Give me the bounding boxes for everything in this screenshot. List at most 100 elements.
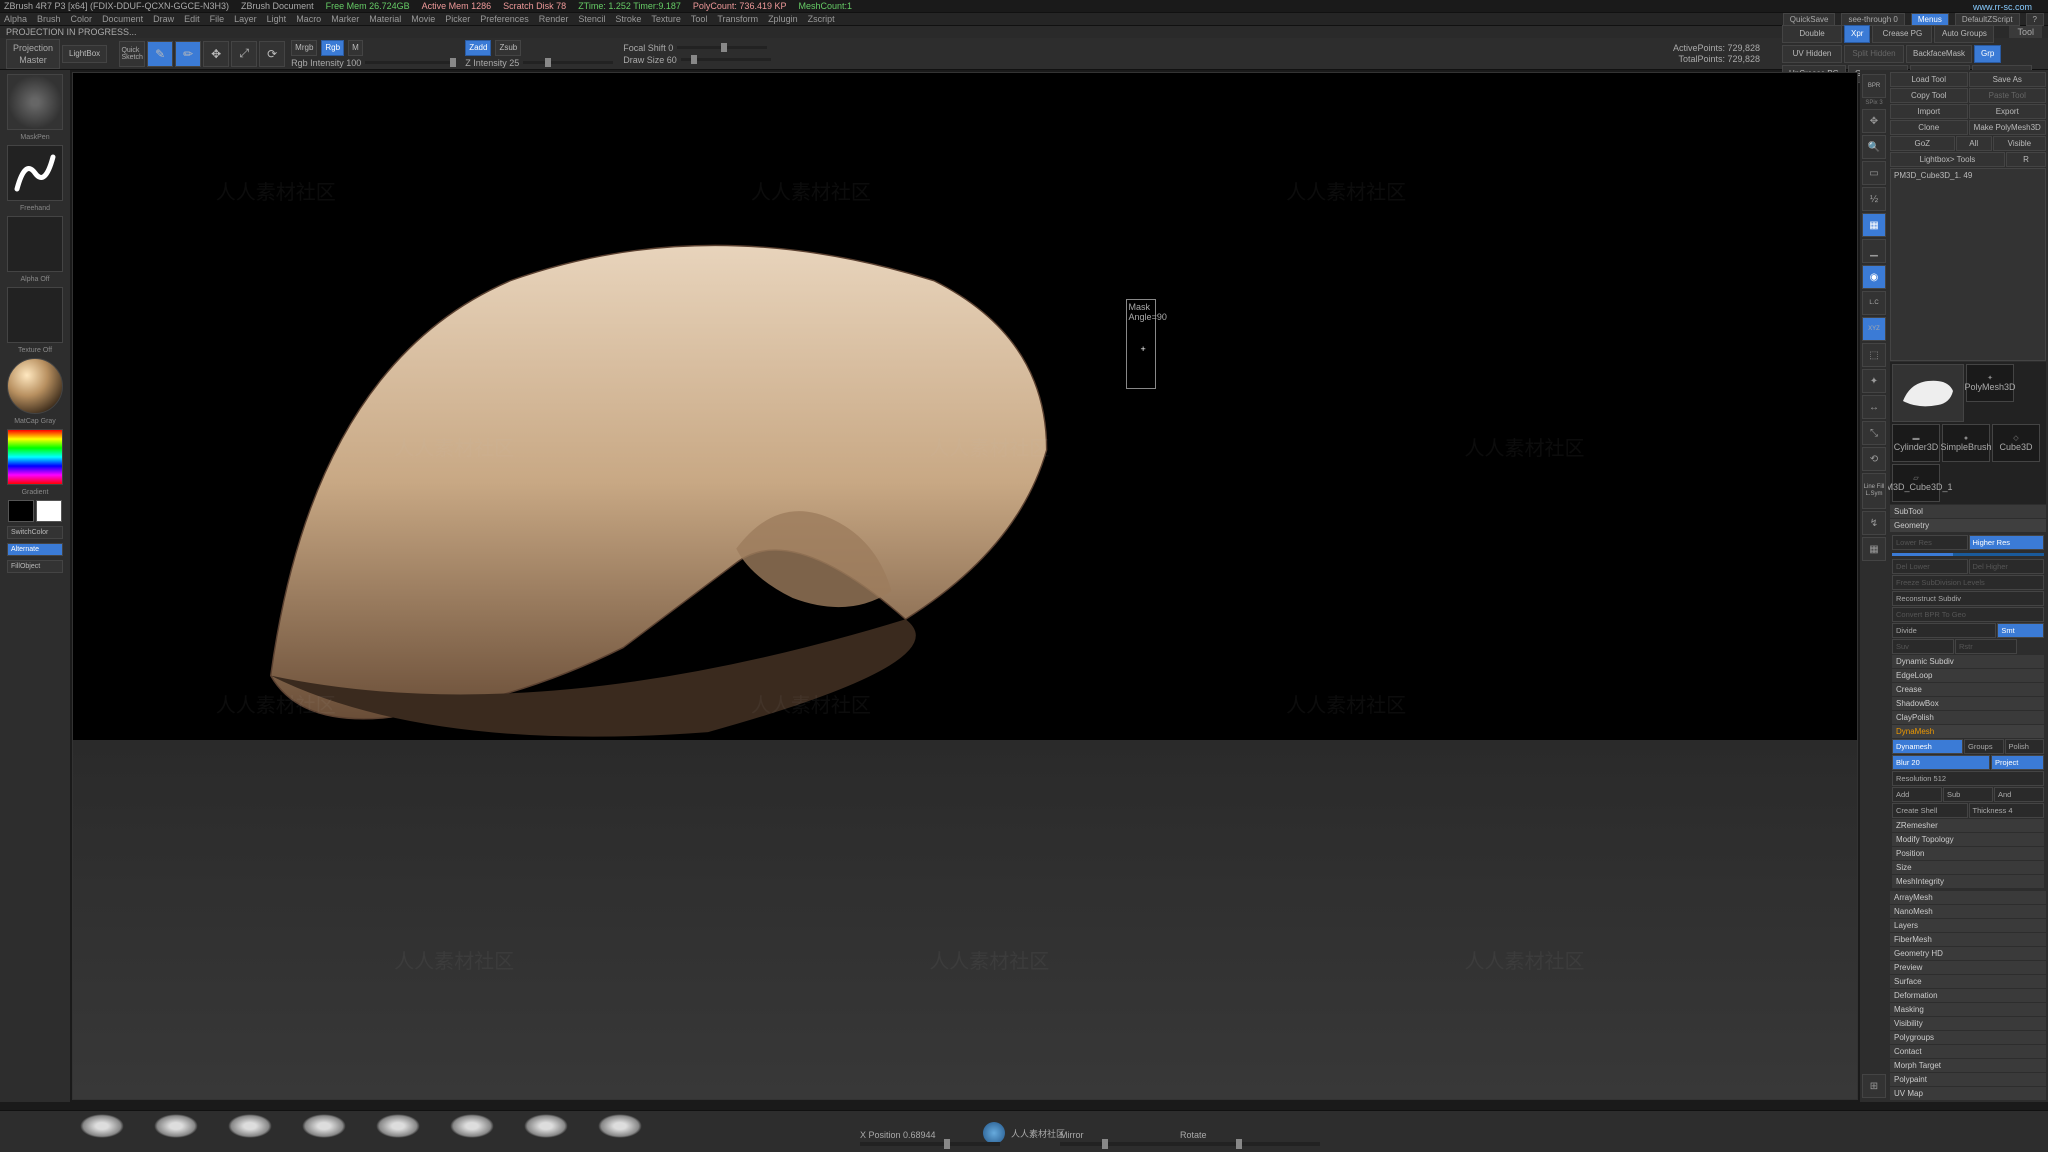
menu-zplugin[interactable]: Zplugin <box>768 14 798 24</box>
mirror-slider[interactable]: Mirror <box>1060 1130 1200 1146</box>
move-icon[interactable]: ↔ <box>1862 395 1886 419</box>
menu-light[interactable]: Light <box>267 14 287 24</box>
tool-thumb-pm3d[interactable]: ▱PM3D_Cube3D_1 <box>1892 464 1940 502</box>
rotate-slider[interactable]: Rotate <box>1180 1130 1320 1146</box>
reconstruct-subdiv-button[interactable]: Reconstruct Subdiv <box>1892 591 2044 606</box>
viewport[interactable]: MaskAngle=90 + 人人素材社区 人人素材社区 人人素材社区 人人素材… <box>72 72 1858 1100</box>
menu-preferences[interactable]: Preferences <box>480 14 529 24</box>
morphtarget-head[interactable]: Morph Target <box>1890 1059 2046 1072</box>
projection-master-button[interactable]: Projection Master <box>6 39 60 69</box>
xpr-button[interactable]: Xpr <box>1844 25 1870 43</box>
add-button[interactable]: Add <box>1892 787 1942 802</box>
mrgb-button[interactable]: Mrgb <box>291 40 317 56</box>
brush-preview[interactable] <box>7 74 63 130</box>
fibermesh-head[interactable]: FiberMesh <box>1890 933 2046 946</box>
scroll-icon[interactable]: ✥ <box>1862 109 1886 133</box>
alpha-slot[interactable] <box>7 216 63 272</box>
subtool-section-head[interactable]: SubTool <box>1890 505 2046 518</box>
auto-groups-button[interactable]: Auto Groups <box>1934 25 1994 43</box>
menu-render[interactable]: Render <box>539 14 569 24</box>
polypaint-head[interactable]: Polypaint <box>1890 1073 2046 1086</box>
local-icon[interactable]: ◉ <box>1862 265 1886 289</box>
thumb-1[interactable] <box>80 1114 124 1138</box>
draw-size-slider[interactable] <box>681 58 771 61</box>
menu-transform[interactable]: Transform <box>717 14 758 24</box>
goz-all-button[interactable]: All <box>1956 136 1992 151</box>
uvmap-head[interactable]: UV Map <box>1890 1087 2046 1100</box>
divide-button[interactable]: Divide <box>1892 623 1996 638</box>
switchcolor-button[interactable]: SwitchColor <box>7 526 63 539</box>
menu-color[interactable]: Color <box>71 14 93 24</box>
menu-marker[interactable]: Marker <box>331 14 359 24</box>
goz-icon[interactable]: ↯ <box>1862 511 1886 535</box>
xposition-slider[interactable]: X Position 0.68944 <box>860 1130 1000 1146</box>
rotate-mode-button[interactable]: ⟳ <box>259 41 285 67</box>
xyz-icon[interactable]: ✦ <box>1862 369 1886 393</box>
goz-visible-button[interactable]: Visible <box>1993 136 2046 151</box>
thumb-4[interactable] <box>302 1114 346 1138</box>
menu-layer[interactable]: Layer <box>234 14 257 24</box>
resolution-slider[interactable]: Resolution 512 <box>1892 771 2044 786</box>
convert-bpr-button[interactable]: Convert BPR To Geo <box>1892 607 2044 622</box>
persp-icon[interactable]: ▦ <box>1862 213 1886 237</box>
menu-zscript[interactable]: Zscript <box>808 14 835 24</box>
rgb-intensity-slider[interactable] <box>365 61 455 64</box>
menu-draw[interactable]: Draw <box>153 14 174 24</box>
grp-button[interactable]: Grp <box>1974 45 2001 63</box>
del-lower-button[interactable]: Del Lower <box>1892 559 1968 574</box>
layers-head[interactable]: Layers <box>1890 919 2046 932</box>
position-head[interactable]: Position <box>1892 847 2044 860</box>
r-button[interactable]: R <box>2006 152 2046 167</box>
nanomesh-head[interactable]: NanoMesh <box>1890 905 2046 918</box>
menu-file[interactable]: File <box>210 14 225 24</box>
alternate-button[interactable]: Alternate <box>7 543 63 556</box>
lower-res-button[interactable]: Lower Res <box>1892 535 1968 550</box>
menu-movie[interactable]: Movie <box>411 14 435 24</box>
menu-texture[interactable]: Texture <box>651 14 681 24</box>
polygroups-head[interactable]: Polygroups <box>1890 1031 2046 1044</box>
thumb-8[interactable] <box>598 1114 642 1138</box>
fillobject-button[interactable]: FillObject <box>7 560 63 573</box>
menu-document[interactable]: Document <box>102 14 143 24</box>
m-button[interactable]: M <box>348 40 363 56</box>
modify-topology-head[interactable]: Modify Topology <box>1892 833 2044 846</box>
surface-head[interactable]: Surface <box>1890 975 2046 988</box>
arraymesh-head[interactable]: ArrayMesh <box>1890 891 2046 904</box>
dynamesh-head[interactable]: DynaMesh <box>1892 725 2044 738</box>
sdiv-slider[interactable] <box>1892 553 2044 556</box>
lightbox-tools-button[interactable]: Lightbox> Tools <box>1890 152 2005 167</box>
scale-icon[interactable]: ⤡ <box>1862 421 1886 445</box>
dynamic-subdiv-head[interactable]: Dynamic Subdiv <box>1892 655 2044 668</box>
actual-icon[interactable]: ▭ <box>1862 161 1886 185</box>
current-tool-name[interactable]: PM3D_Cube3D_1. 49 <box>1890 168 2046 361</box>
bpr-button[interactable]: BPR <box>1862 74 1886 98</box>
tool-thumb-current[interactable] <box>1892 364 1964 422</box>
thumb-5[interactable] <box>376 1114 420 1138</box>
tool-thumb-cube[interactable]: ◇Cube3D <box>1992 424 2040 462</box>
swatch-main[interactable] <box>8 500 34 522</box>
contact-head[interactable]: Contact <box>1890 1045 2046 1058</box>
texture-slot[interactable] <box>7 287 63 343</box>
rgb-button[interactable]: Rgb <box>321 40 344 56</box>
thumb-2[interactable] <box>154 1114 198 1138</box>
menu-stencil[interactable]: Stencil <box>578 14 605 24</box>
draw-mode-button[interactable]: ✏ <box>175 41 201 67</box>
color-picker[interactable] <box>7 429 63 485</box>
crease-pg-button[interactable]: Crease PG <box>1872 25 1932 43</box>
suv-button[interactable]: Suv <box>1892 639 1954 654</box>
zadd-button[interactable]: Zadd <box>465 40 491 56</box>
tool-thumb-cylinder[interactable]: ▬Cylinder3D <box>1892 424 1940 462</box>
quicksketch-icon[interactable]: Quick Sketch <box>119 41 145 67</box>
menu-material[interactable]: Material <box>369 14 401 24</box>
spose-icon[interactable]: ⊞ <box>1862 1074 1886 1098</box>
lc-icon[interactable]: L.C <box>1862 291 1886 315</box>
blur-slider[interactable]: Blur 20 <box>1892 755 1990 770</box>
create-shell-button[interactable]: Create Shell <box>1892 803 1968 818</box>
material-preview[interactable] <box>7 358 63 414</box>
geometry-section-head[interactable]: Geometry <box>1890 519 2046 532</box>
frame-icon[interactable]: ⬚ <box>1862 343 1886 367</box>
menu-edit[interactable]: Edit <box>184 14 200 24</box>
thumb-3[interactable] <box>228 1114 272 1138</box>
make-polymesh-button[interactable]: Make PolyMesh3D <box>1969 120 2047 135</box>
focal-shift-slider[interactable] <box>677 46 767 49</box>
